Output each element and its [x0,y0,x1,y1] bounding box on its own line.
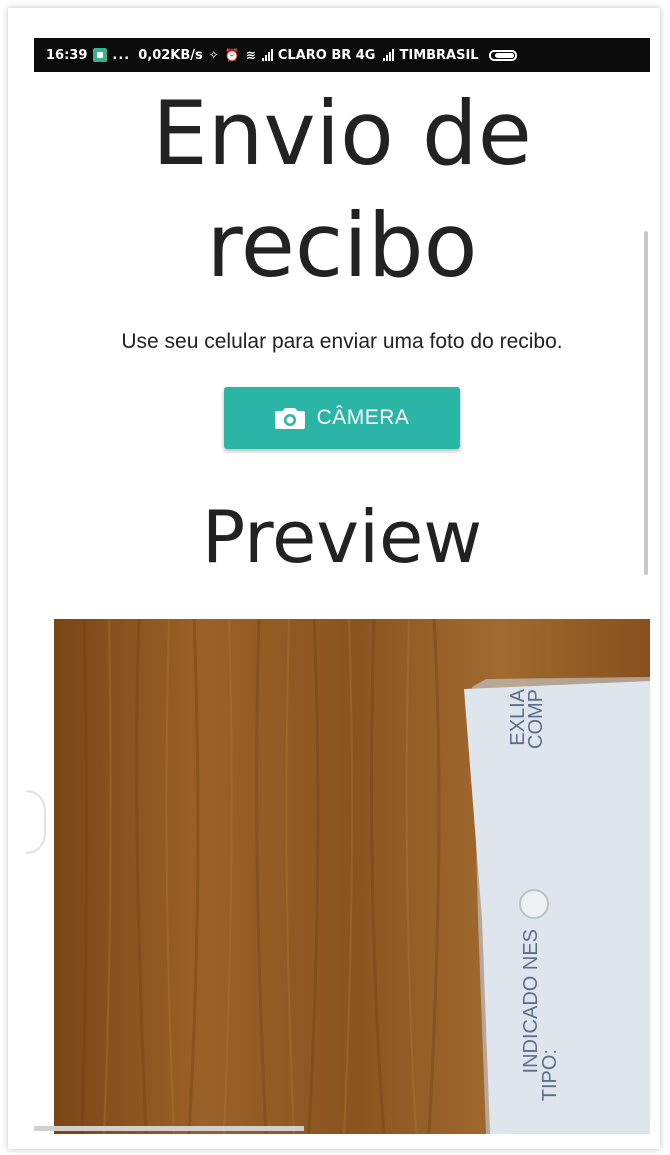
wifi-icon: ≋ [245,48,256,62]
notification-icon [93,48,108,62]
status-carrier-1: CLARO BR 4G [277,47,376,63]
battery-icon [488,49,517,61]
receipt-text-line: TIPO: [539,1049,561,1101]
camera-button-label: CÂMERA [316,406,410,429]
signal-icon [383,49,395,61]
status-time: 16:39 [46,47,88,63]
page-title: Envio de recibo [152,82,532,297]
side-drawer-handle[interactable] [26,790,46,854]
status-more-dots: ... [112,47,131,63]
receipt-photo: EXLIA COMP INDICADO NES TIPO: [54,619,650,1134]
receipt-text-line: COMP [525,689,547,749]
alarm-icon: ⏰ [224,48,240,62]
status-carrier-2: TIMBRASIL [399,47,479,63]
signal-icon [261,49,273,61]
bluetooth-off-icon: ✧ [208,48,219,62]
phone-screen: 16:39 ... 0,02KB/s ✧ ⏰ ≋ CLARO BR 4G TIM… [34,38,650,1134]
vertical-scrollbar[interactable] [644,231,648,575]
status-network-speed: 0,02KB/s [138,47,203,63]
preview-title: Preview [201,495,483,579]
page-subtitle: Use seu celular para enviar uma foto do … [121,330,563,353]
status-bar: 16:39 ... 0,02KB/s ✧ ⏰ ≋ CLARO BR 4G TIM… [34,38,650,72]
camera-icon [274,408,305,429]
receipt-preview-image: EXLIA COMP INDICADO NES TIPO: [54,619,650,1134]
horizontal-scrollbar[interactable] [34,1126,304,1131]
camera-button[interactable]: CÂMERA [224,387,460,449]
